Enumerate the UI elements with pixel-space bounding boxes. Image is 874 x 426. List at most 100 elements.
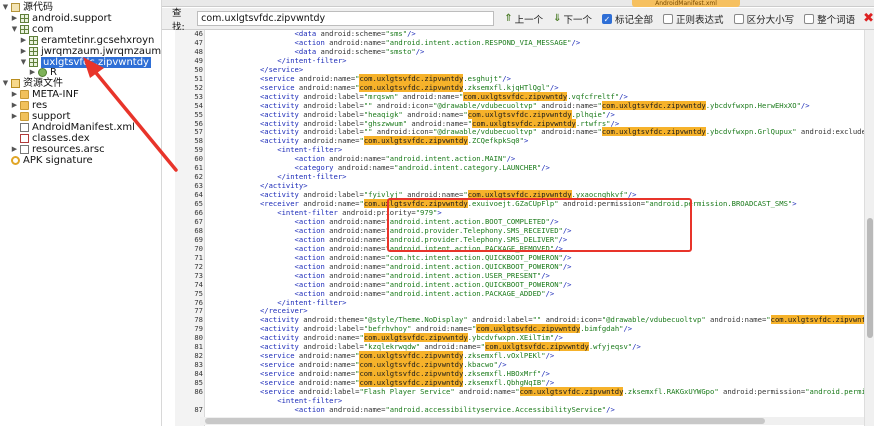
- code-token: "@drawable/vdubecuoltvp": [433, 127, 537, 137]
- tree-item[interactable]: classes.dex: [11, 133, 90, 144]
- expand-right-icon[interactable]: ▶: [11, 100, 18, 111]
- code-token: .plhqie": [571, 109, 607, 119]
- code-token: ": [766, 315, 771, 325]
- case-sensitive-checkbox[interactable]: 区分大小写: [733, 12, 794, 26]
- line-number: 54: [194, 100, 203, 110]
- code-editor[interactable]: 46 <data android:scheme="sms"/> 47 <actio…: [162, 30, 874, 426]
- code-token: <activity: [259, 315, 299, 325]
- code-token: android:name=: [294, 82, 356, 92]
- tree-item[interactable]: ▶ support: [11, 111, 71, 122]
- tree-item[interactable]: ▼ com: [11, 24, 54, 35]
- code-token: android:name=: [536, 127, 598, 137]
- expand-down-icon[interactable]: ▼: [2, 2, 9, 13]
- code-token: android:label=: [298, 342, 364, 352]
- expand-down-icon[interactable]: ▼: [11, 24, 18, 35]
- code-token: android:name=: [294, 351, 356, 361]
- find-prev-button[interactable]: ⇑ 上一个: [504, 12, 543, 26]
- tree-item[interactable]: ▶ android.support: [11, 13, 112, 24]
- tree-item[interactable]: ▼ uxlgtsvfdc.zipvwntdy: [20, 56, 151, 68]
- code-token: <intent-filter>: [277, 145, 343, 155]
- expand-right-icon[interactable]: ▶: [29, 67, 36, 78]
- search-match-highlight: com.uxlgtsvfdc.zipvwntdy: [359, 369, 464, 379]
- expand-down-icon[interactable]: ▼: [2, 78, 9, 89]
- code-token: />: [502, 73, 511, 83]
- code-token: />: [407, 30, 416, 38]
- code-token: <service: [259, 387, 295, 396]
- code-token: android:name=: [324, 252, 386, 262]
- folder-icon: [20, 90, 29, 100]
- code-token: android:name=: [407, 118, 468, 128]
- code-token: <intent-filter: [277, 208, 338, 217]
- horizontal-scrollbar-thumb[interactable]: [205, 418, 765, 424]
- code-token: <service: [259, 369, 295, 379]
- code-token: android:name=: [324, 270, 386, 280]
- tab-androidmanifest[interactable]: AndroidManifest.xml: [632, 0, 740, 7]
- search-match-highlight: com.uxlgtsvfdc.zipvwntdy: [519, 387, 624, 396]
- code-token: <receiver: [259, 199, 299, 209]
- code-token: android:name=: [324, 243, 386, 253]
- tree-item[interactable]: ▼ 资源文件: [2, 78, 63, 89]
- find-input[interactable]: [197, 11, 495, 26]
- vertical-scrollbar-thumb[interactable]: [867, 218, 873, 338]
- code-token: <action: [294, 261, 325, 271]
- find-label: 查找:: [172, 7, 185, 33]
- expand-right-icon[interactable]: ▶: [11, 89, 18, 100]
- tree-item[interactable]: ▼ 源代码: [2, 2, 53, 13]
- regex-checkbox[interactable]: 正则表达式: [663, 12, 724, 26]
- code-token: "android.intent.action.QUICKBOOT_POWERON…: [385, 279, 563, 289]
- tree-item-label: resources.arsc: [32, 143, 105, 155]
- code-token: <service: [259, 360, 295, 370]
- search-match-highlight: com.uxlgtsvfdc.zipvwntdy: [359, 82, 464, 92]
- expand-right-icon[interactable]: ▶: [20, 35, 27, 46]
- code-token: <category: [294, 163, 334, 173]
- mark-all-checkbox[interactable]: ✓ 标记全部: [602, 12, 653, 26]
- tree-item[interactable]: ▶ eramtetinr.gcsehxroyn: [20, 35, 155, 46]
- code-token: />: [506, 154, 516, 164]
- horizontal-scrollbar[interactable]: [200, 417, 864, 425]
- expand-right-icon[interactable]: ▶: [11, 111, 18, 122]
- code-token: android:name=: [411, 324, 473, 334]
- close-find-icon[interactable]: ✖: [863, 11, 874, 26]
- code-token: "android.intent.action.QUICKBOOT_POWERON…: [385, 261, 563, 271]
- tree-item[interactable]: ▶ resources.arsc: [11, 144, 105, 155]
- code-token: android:name=: [294, 73, 356, 83]
- code-token: "@style/Theme.NoDisplay": [363, 315, 468, 325]
- tree-item[interactable]: AndroidManifest.xml: [11, 122, 135, 133]
- tree-item[interactable]: ▶ res: [11, 100, 47, 111]
- code-token: .rtwfrs": [575, 118, 611, 128]
- project-tree[interactable]: ▼ 源代码 ▶ android.support ▼ com ▶ eramtetinr.gcse…: [0, 0, 162, 426]
- expand-right-icon[interactable]: ▶: [11, 144, 18, 155]
- tree-item[interactable]: ▶ META-INF: [11, 89, 79, 100]
- whole-word-checkbox[interactable]: 整个词语: [804, 12, 855, 26]
- code-token: <service: [259, 378, 295, 388]
- tree-item[interactable]: ▶ R: [29, 67, 57, 78]
- find-next-button[interactable]: ⇓ 下一个: [553, 12, 592, 26]
- vertical-scrollbar[interactable]: [864, 30, 874, 426]
- code-token: </activity>: [259, 181, 308, 191]
- code-token: <intent-filter>: [277, 395, 343, 405]
- expand-right-icon[interactable]: ▶: [11, 13, 18, 24]
- tree-item[interactable]: APK signature: [2, 155, 93, 166]
- expand-right-icon[interactable]: ▶: [20, 46, 27, 57]
- tree-item-label: META-INF: [32, 89, 79, 101]
- code-token: />: [610, 118, 620, 128]
- code-token: />: [562, 252, 572, 262]
- code-token: android:label=: [298, 324, 364, 334]
- tree-item[interactable]: ▶ jwrqmzaum.jwrqmzaum: [20, 46, 161, 57]
- code-token: />: [549, 82, 559, 92]
- expand-down-icon[interactable]: ▼: [20, 57, 27, 68]
- code-token: .zksemxfl.QbhgNqIB": [463, 378, 546, 388]
- editor-tab-strip: AndroidManifest.xml: [162, 0, 874, 7]
